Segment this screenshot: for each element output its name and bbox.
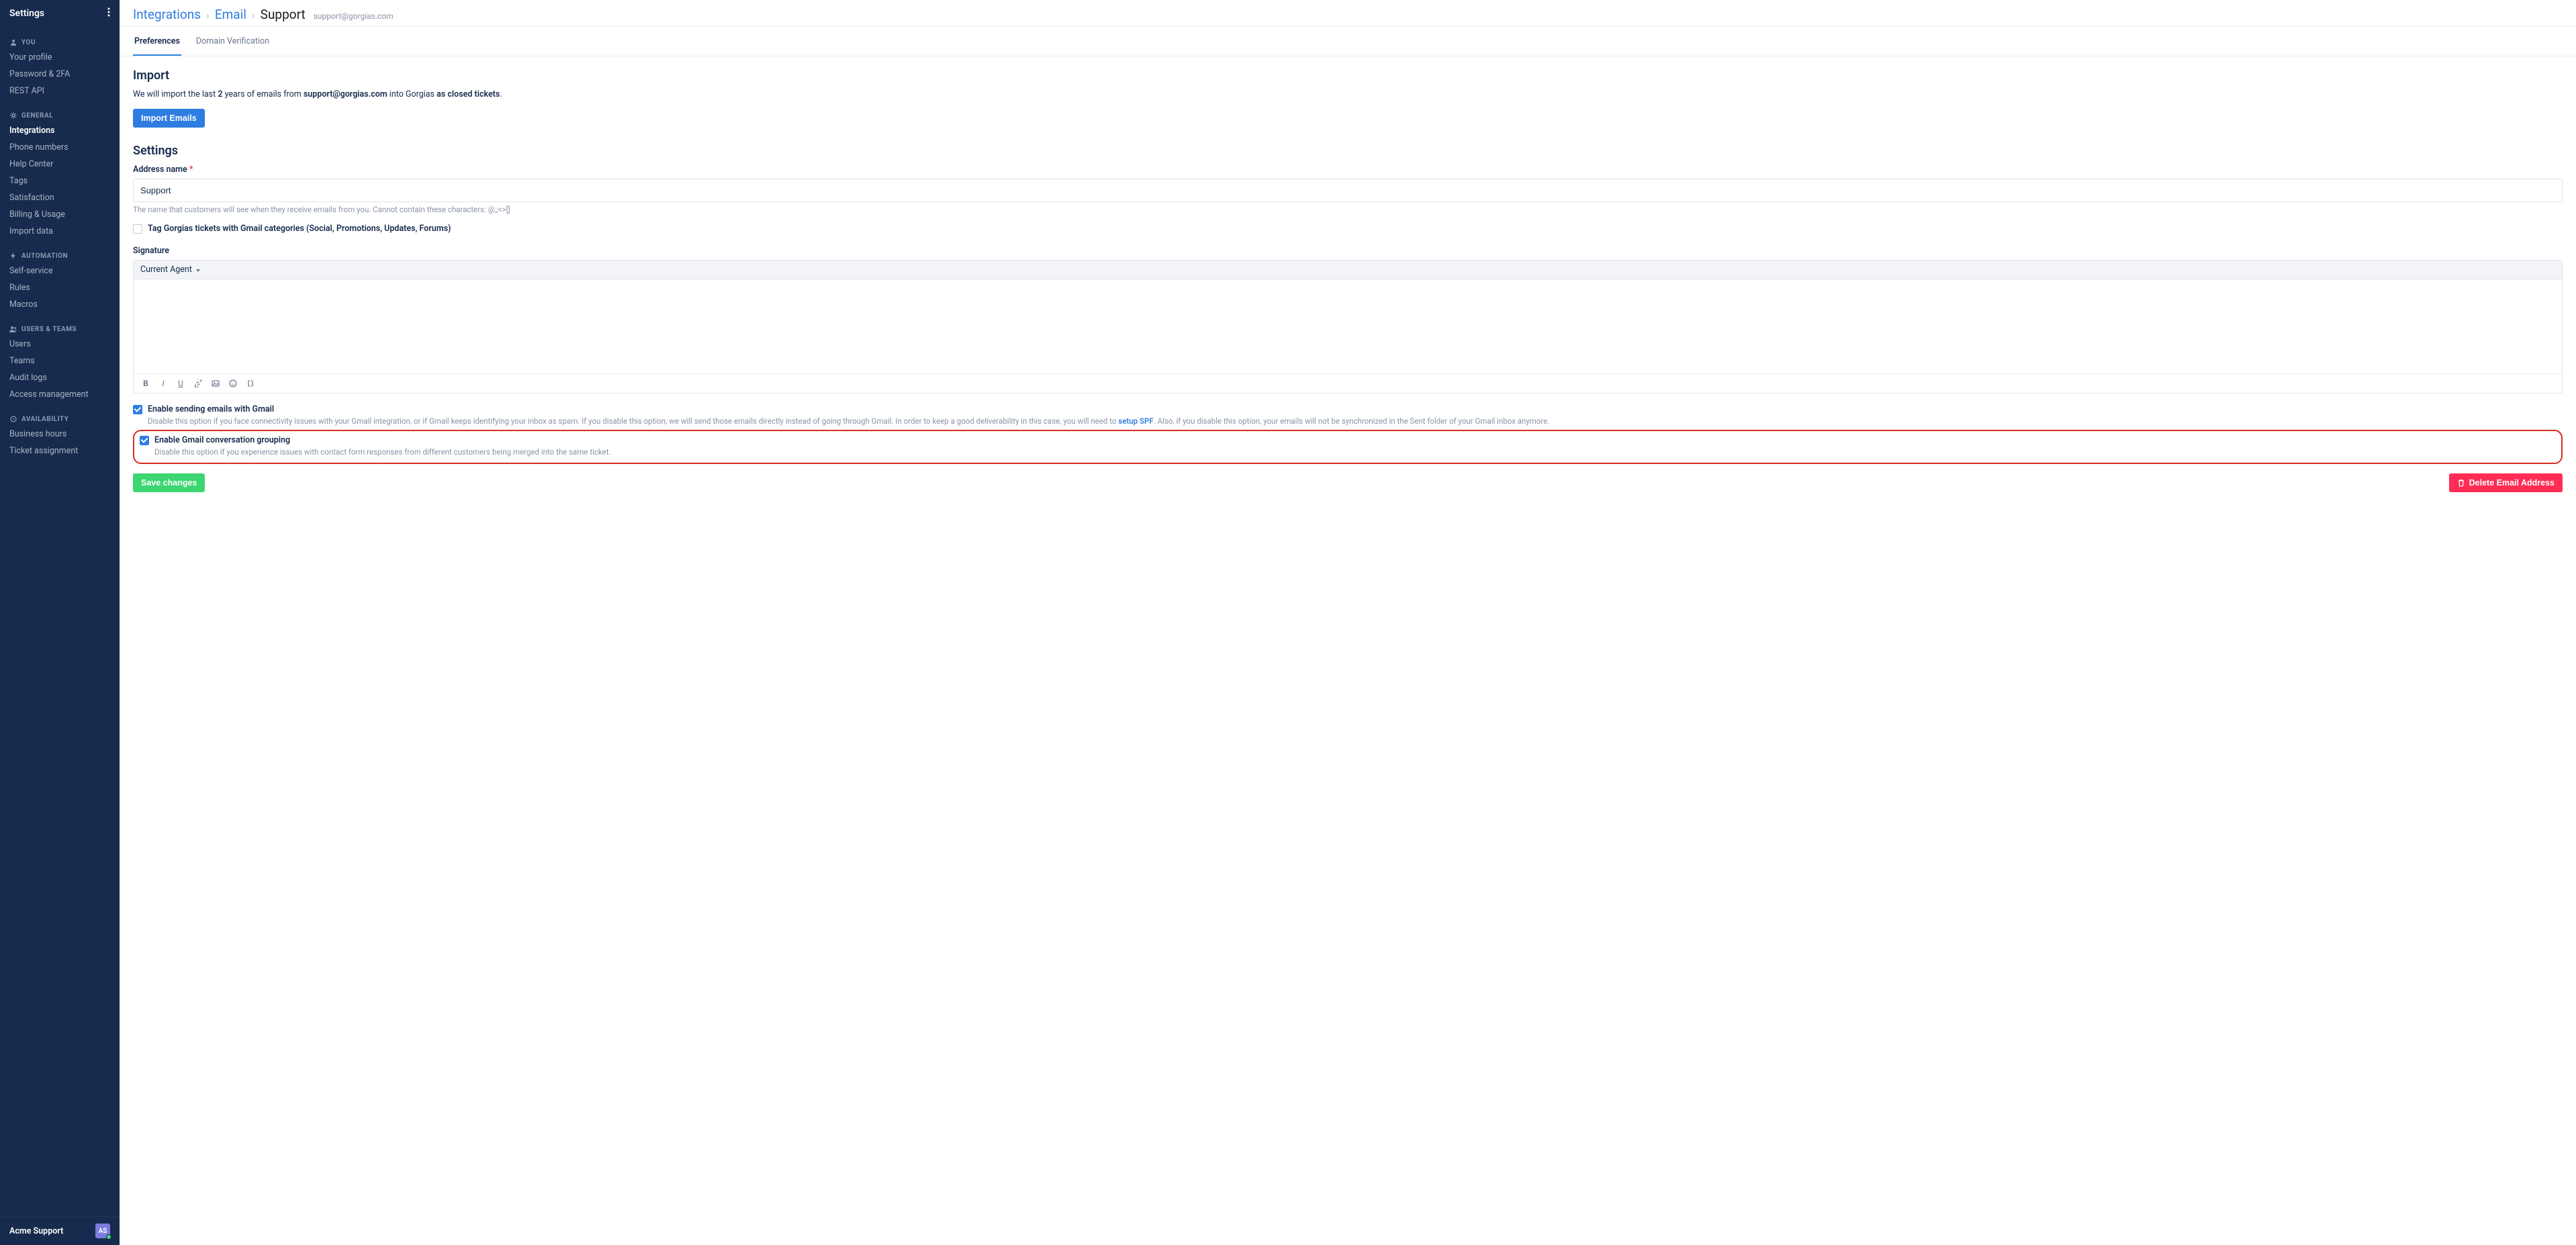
delete-email-address-button[interactable]: Delete Email Address [2449, 473, 2563, 492]
enable-send-gmail-label: Enable sending emails with Gmail [148, 404, 2563, 414]
caret-down-icon [196, 269, 200, 272]
sidebar-item-import-data[interactable]: Import data [0, 223, 120, 240]
sidebar-section-general: GENERAL [0, 109, 120, 122]
enable-send-gmail-row: Enable sending emails with Gmail Disable… [133, 404, 2563, 427]
people-icon [9, 325, 17, 333]
breadcrumb-email[interactable]: Email [215, 7, 246, 22]
italic-icon[interactable]: I [158, 378, 169, 389]
breadcrumb-current: Support [261, 7, 306, 22]
gear-icon [9, 111, 17, 120]
sidebar-item-audit-logs[interactable]: Audit logs [0, 369, 120, 386]
sidebar-item-tags[interactable]: Tags [0, 173, 120, 189]
tab-domain-verification[interactable]: Domain Verification [195, 27, 271, 56]
presence-indicator [106, 1234, 111, 1240]
sidebar-more-menu[interactable] [107, 7, 110, 19]
tag-gmail-label: Tag Gorgias tickets with Gmail categorie… [148, 224, 2563, 234]
link-icon[interactable] [193, 378, 203, 389]
sidebar-section-you: YOU [0, 36, 120, 49]
import-description: We will import the last 2 years of email… [133, 89, 2563, 99]
main: Integrations › Email › Support support@g… [120, 0, 2576, 1245]
clock-icon [9, 415, 17, 423]
breadcrumb: Integrations › Email › Support support@g… [120, 0, 2576, 26]
sidebar-item-help-center[interactable]: Help Center [0, 156, 120, 173]
enable-send-gmail-checkbox[interactable] [133, 405, 142, 414]
setup-spf-link[interactable]: setup SPF [1118, 416, 1153, 426]
underline-icon[interactable]: U [175, 378, 186, 389]
variable-icon[interactable] [245, 378, 256, 389]
sidebar-item-rules[interactable]: Rules [0, 279, 120, 296]
bolt-icon [9, 252, 17, 260]
tag-gmail-checkbox-row: Tag Gorgias tickets with Gmail categorie… [133, 224, 2563, 234]
emoji-icon[interactable] [228, 378, 238, 389]
sidebar-item-self-service[interactable]: Self-service [0, 263, 120, 279]
enable-group-checkbox[interactable] [140, 436, 149, 445]
signature-toolbar: B I U [134, 373, 2562, 393]
enable-group-help: Disable this option if you experience is… [154, 447, 2556, 458]
save-changes-button[interactable]: Save changes [133, 473, 205, 492]
chevron-right-icon: › [206, 9, 210, 21]
enable-group-row: Enable Gmail conversation grouping Disab… [140, 435, 2556, 458]
sidebar-title: Settings [9, 8, 44, 19]
address-name-label: Address name * [133, 165, 2563, 175]
sidebar-item-rest-api[interactable]: REST API [0, 83, 120, 99]
sidebar-item-phone-numbers[interactable]: Phone numbers [0, 139, 120, 156]
sidebar-item-access-management[interactable]: Access management [0, 386, 120, 403]
sidebar: Settings YOU Your profile Password & 2FA… [0, 0, 120, 1245]
sidebar-section-availability: AVAILABILITY [0, 412, 120, 426]
sidebar-section-automation: AUTOMATION [0, 249, 120, 263]
import-emails-button[interactable]: Import Emails [133, 109, 205, 128]
sidebar-item-ticket-assignment[interactable]: Ticket assignment [0, 443, 120, 459]
sidebar-item-billing-usage[interactable]: Billing & Usage [0, 206, 120, 223]
more-vertical-icon [107, 7, 110, 17]
sidebar-item-business-hours[interactable]: Business hours [0, 426, 120, 443]
signature-editor-container: Current Agent B I U [133, 260, 2563, 394]
person-icon [9, 38, 17, 46]
breadcrumb-integrations[interactable]: Integrations [133, 7, 201, 22]
address-name-help: The name that customers will see when th… [133, 205, 2563, 214]
enable-group-label: Enable Gmail conversation grouping [154, 435, 2556, 445]
tab-preferences[interactable]: Preferences [133, 27, 181, 56]
avatar[interactable]: AS [95, 1224, 110, 1238]
image-icon[interactable] [210, 378, 221, 389]
signature-agent-dropdown[interactable]: Current Agent [134, 261, 2562, 279]
enable-group-highlight: Enable Gmail conversation grouping Disab… [133, 430, 2563, 465]
sidebar-item-satisfaction[interactable]: Satisfaction [0, 189, 120, 206]
sidebar-item-your-profile[interactable]: Your profile [0, 49, 120, 66]
chevron-right-icon: › [252, 9, 255, 21]
org-name: Acme Support [9, 1226, 63, 1236]
tag-gmail-checkbox[interactable] [133, 224, 142, 234]
sidebar-item-teams[interactable]: Teams [0, 353, 120, 369]
trash-icon [2457, 479, 2465, 487]
sidebar-section-users-teams: USERS & TEAMS [0, 322, 120, 336]
tabs: Preferences Domain Verification [120, 26, 2576, 56]
enable-send-gmail-help: Disable this option if you face connecti… [148, 416, 2563, 427]
actions-row: Save changes Delete Email Address [133, 473, 2563, 492]
sidebar-footer[interactable]: Acme Support AS [0, 1216, 120, 1245]
bold-icon[interactable]: B [140, 378, 151, 389]
sidebar-item-password-2fa[interactable]: Password & 2FA [0, 66, 120, 83]
import-heading: Import [133, 68, 2563, 83]
signature-label: Signature [133, 246, 2563, 256]
required-asterisk: * [189, 165, 193, 175]
content: Import We will import the last 2 years o… [120, 56, 2576, 1245]
sidebar-item-integrations[interactable]: Integrations [0, 122, 120, 139]
signature-editor[interactable] [134, 279, 2562, 373]
address-name-input[interactable] [133, 179, 2563, 202]
sidebar-item-macros[interactable]: Macros [0, 296, 120, 313]
sidebar-item-users[interactable]: Users [0, 336, 120, 353]
breadcrumb-sub-email: support@gorgias.com [314, 11, 394, 21]
settings-heading: Settings [133, 144, 2563, 158]
